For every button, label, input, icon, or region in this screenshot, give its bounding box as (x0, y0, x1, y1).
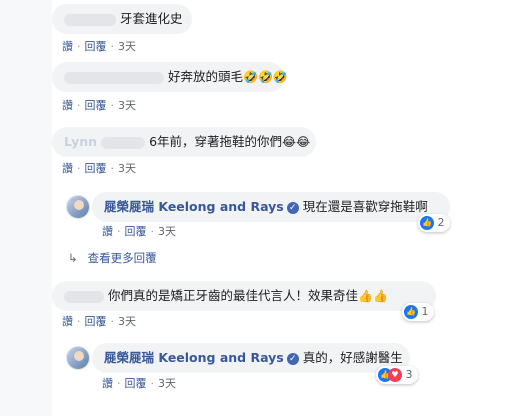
like-link[interactable]: 讚 (102, 377, 113, 390)
timestamp[interactable]: 3天 (118, 99, 136, 112)
comment-actions: 讚 · 回覆 · 3天 (62, 315, 136, 328)
avatar[interactable] (66, 346, 90, 370)
reply-arrow-icon: ↳ (68, 251, 78, 265)
timestamp[interactable]: 3天 (118, 315, 136, 328)
reply-actions: 讚 · 回覆 · 3天 (102, 377, 176, 390)
reaction-count: 2 (437, 216, 445, 229)
reaction-badge[interactable]: 👍 1 (402, 303, 434, 321)
comment-text: 6年前，穿著拖鞋的你們 (149, 134, 283, 149)
comment-bubble: 好奔放的頭毛🤣🤣🤣 (52, 62, 288, 92)
like-link[interactable]: 讚 (102, 225, 113, 238)
reply-author[interactable]: 屣榮屣瑞 Keelong and Rays (104, 350, 284, 365)
reply-link[interactable]: 回覆 (85, 315, 107, 328)
timestamp[interactable]: 3天 (158, 225, 176, 238)
timestamp[interactable]: 3天 (118, 162, 136, 175)
like-link[interactable]: 讚 (62, 40, 73, 53)
reply-text: 現在還是喜歡穿拖鞋啊 (302, 199, 428, 214)
comment-actions: 讚 · 回覆 · 3天 (62, 99, 136, 112)
verified-check-icon: ✓ (286, 201, 299, 214)
comment-bubble: Lynn 6年前，穿著拖鞋的你們😂😂 (52, 127, 316, 157)
reply-author[interactable]: 屣榮屣瑞 Keelong and Rays (104, 199, 284, 214)
left-gutter (0, 0, 52, 416)
like-reaction-icon: 👍 (404, 305, 418, 319)
comment-bubble: 你們真的是矯正牙齒的最佳代言人！效果奇佳👍👍 (52, 281, 436, 311)
reaction-badge[interactable]: 👍 2 (418, 214, 450, 232)
comment-actions: 讚 · 回覆 · 3天 (62, 40, 136, 53)
reaction-count: 3 (405, 368, 413, 381)
reaction-badge[interactable]: 👍♥ 3 (376, 366, 418, 384)
reply-link[interactable]: 回覆 (125, 377, 147, 390)
comment-actions: 讚 · 回覆 · 3天 (62, 162, 136, 175)
emoji-joy-icon: 😂😂 (282, 135, 311, 149)
reply-bubble: 屣榮屣瑞 Keelong and Rays ✓ 真的，好感謝醫生 (92, 343, 410, 373)
like-link[interactable]: 讚 (62, 162, 73, 175)
reply-link[interactable]: 回覆 (85, 99, 107, 112)
comment-author[interactable]: Lynn (64, 134, 97, 149)
like-link[interactable]: 讚 (62, 315, 73, 328)
reply-actions: 讚 · 回覆 · 3天 (102, 225, 176, 238)
comment-text: 好奔放的頭毛 (168, 69, 244, 84)
avatar[interactable] (66, 195, 90, 219)
comment-bubble: 牙套進化史 (52, 4, 192, 34)
love-reaction-icon: ♥ (388, 368, 402, 382)
reply-link[interactable]: 回覆 (125, 225, 147, 238)
like-link[interactable]: 讚 (62, 99, 73, 112)
comment-text: 你們真的是矯正牙齒的最佳代言人！效果奇佳 (108, 288, 359, 303)
reaction-count: 1 (421, 305, 429, 318)
like-reaction-icon: 👍 (420, 216, 434, 230)
reply-link[interactable]: 回覆 (85, 40, 107, 53)
reply-bubble: 屣榮屣瑞 Keelong and Rays ✓ 現在還是喜歡穿拖鞋啊 (92, 192, 450, 222)
reply-link[interactable]: 回覆 (85, 162, 107, 175)
view-more-replies-label: 查看更多回覆 (87, 251, 157, 265)
timestamp[interactable]: 3天 (118, 40, 136, 53)
comment-text: 牙套進化史 (120, 11, 183, 26)
verified-check-icon: ✓ (286, 352, 299, 365)
emoji-thumbs-up-icon: 👍👍 (358, 289, 388, 303)
emoji-rofl-icon: 🤣🤣🤣 (243, 70, 288, 84)
view-more-replies[interactable]: ↳ 查看更多回覆 (68, 250, 157, 266)
reply-text: 真的，好感謝醫生 (302, 350, 403, 365)
timestamp[interactable]: 3天 (158, 377, 176, 390)
